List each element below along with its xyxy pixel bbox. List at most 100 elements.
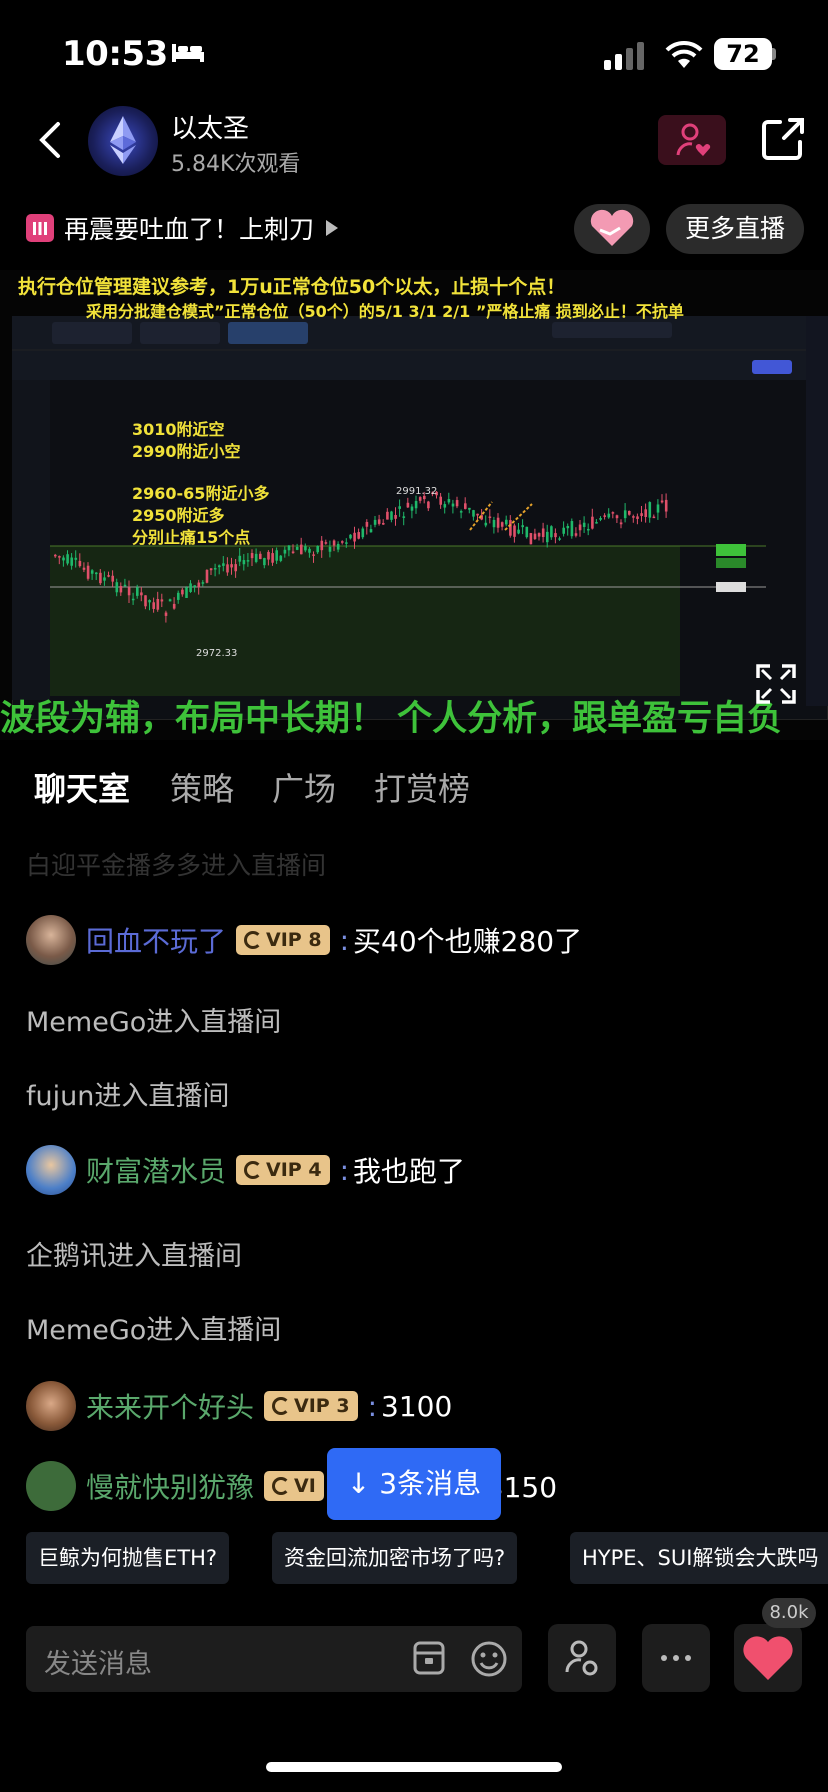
username[interactable]: 来来开个好头 xyxy=(86,1386,254,1426)
topic-title[interactable]: 再震要吐血了！上刺刀 xyxy=(64,210,314,246)
message-input-placeholder[interactable]: 发送消息 xyxy=(44,1642,152,1681)
candle-body xyxy=(279,555,283,561)
candle-body xyxy=(267,551,270,560)
candle-body xyxy=(275,550,278,561)
more-live-button[interactable]: 更多直播 xyxy=(666,204,804,254)
username[interactable]: 慢就快别犹豫 xyxy=(86,1466,254,1506)
candle-body xyxy=(291,551,295,554)
channel-avatar[interactable] xyxy=(88,106,158,176)
candle-body xyxy=(550,526,553,538)
chart-sidebar xyxy=(12,380,50,700)
candle-body xyxy=(86,565,90,579)
candle-body xyxy=(377,519,381,524)
candle-body xyxy=(119,586,123,593)
chart-note: 2950附近多 xyxy=(132,506,225,525)
candle-body xyxy=(541,528,545,538)
tab-strategy[interactable]: 策略 xyxy=(170,764,234,810)
candle-body xyxy=(595,522,598,524)
system-message: MemeGo进入直播间 xyxy=(26,1315,282,1346)
candle-body xyxy=(472,510,475,517)
candle-body xyxy=(115,582,119,593)
candle-body xyxy=(394,514,397,519)
candle-body xyxy=(127,587,131,596)
candle-body xyxy=(336,543,340,550)
suggestion-chip[interactable]: 资金回流加密市场了吗? xyxy=(272,1532,518,1584)
candle-body xyxy=(439,496,442,505)
more-options-button[interactable] xyxy=(642,1624,710,1692)
user-settings-button[interactable] xyxy=(548,1624,616,1692)
vip-level: VIP 4 xyxy=(266,1159,322,1181)
new-messages-button[interactable]: ↓ 3条消息 xyxy=(327,1448,501,1520)
message-text: 买40个也赚280了 xyxy=(353,925,583,958)
share-icon[interactable] xyxy=(760,116,806,162)
candle-body xyxy=(513,525,516,537)
candle-body xyxy=(488,516,492,518)
heart-handshake-button[interactable] xyxy=(574,204,650,254)
emoji-icon[interactable] xyxy=(470,1640,508,1678)
avatar[interactable] xyxy=(26,1145,76,1195)
fullscreen-icon[interactable] xyxy=(756,664,796,704)
candle-body xyxy=(140,592,143,596)
candle-body xyxy=(496,517,500,528)
candle-body xyxy=(283,549,287,554)
avatar[interactable] xyxy=(26,1381,76,1431)
candle-body xyxy=(517,529,520,534)
battery-indicator: 72 xyxy=(714,38,772,70)
colon-separator: : xyxy=(339,923,349,957)
avatar[interactable] xyxy=(26,1461,76,1511)
tab-chatroom[interactable]: 聊天室 xyxy=(34,764,130,810)
candle-body xyxy=(615,515,619,519)
candle-body xyxy=(529,533,533,545)
candle-body xyxy=(312,554,315,556)
avatar[interactable] xyxy=(26,915,76,965)
candle-body xyxy=(209,568,213,571)
follow-button[interactable] xyxy=(658,115,726,165)
candle-body xyxy=(193,585,196,587)
candle-body xyxy=(103,577,106,581)
candle-body xyxy=(181,589,184,595)
candle-body xyxy=(455,500,459,507)
chart-note: 2990附近小空 xyxy=(132,442,241,461)
home-indicator[interactable] xyxy=(266,1762,562,1772)
candle-body xyxy=(263,558,266,566)
candle-body xyxy=(373,519,377,525)
username[interactable]: 回血不玩了 xyxy=(86,920,226,960)
heart-icon xyxy=(743,1636,793,1680)
vip-logo-icon xyxy=(244,931,263,949)
candle-body xyxy=(402,516,406,518)
username[interactable]: 财富潜水员 xyxy=(86,1150,226,1190)
vip-badge: VI xyxy=(264,1471,324,1501)
heart-handshake-icon xyxy=(590,209,634,246)
chart-note: 分别止痛15个点 xyxy=(132,528,251,547)
candle-body xyxy=(242,560,246,565)
tab-plaza[interactable]: 广场 xyxy=(272,764,336,810)
suggestion-chip[interactable]: HYPE、SUI解锁会大跌吗 xyxy=(570,1532,828,1584)
candle-body xyxy=(357,532,360,539)
sticker-icon[interactable] xyxy=(412,1640,446,1676)
candle-body xyxy=(353,532,356,542)
candle-body xyxy=(427,501,430,509)
candle-body xyxy=(492,519,496,528)
candle-body xyxy=(636,516,639,519)
like-count: 8.0k xyxy=(762,1598,816,1628)
candle-body xyxy=(160,599,164,602)
candle-body xyxy=(464,503,467,509)
candle-body xyxy=(213,568,217,570)
vip-logo-icon xyxy=(272,1477,291,1495)
candle-body xyxy=(582,522,586,527)
back-button[interactable] xyxy=(30,118,70,162)
candle-body xyxy=(390,511,393,520)
wifi-icon xyxy=(665,40,703,68)
candle-body xyxy=(82,567,86,570)
candle-body xyxy=(574,533,578,536)
suggestion-chip[interactable]: 巨鲸为何抛售ETH? xyxy=(26,1532,230,1584)
candle-body xyxy=(218,565,221,568)
candle-body xyxy=(131,598,135,601)
like-button[interactable] xyxy=(734,1624,802,1692)
candle-body xyxy=(254,553,258,562)
candle-body xyxy=(361,528,365,538)
candle-body xyxy=(521,525,524,528)
vip-logo-icon xyxy=(272,1397,291,1415)
tab-reward-ranking[interactable]: 打赏榜 xyxy=(374,764,470,810)
channel-name[interactable]: 以太圣 xyxy=(171,108,249,145)
